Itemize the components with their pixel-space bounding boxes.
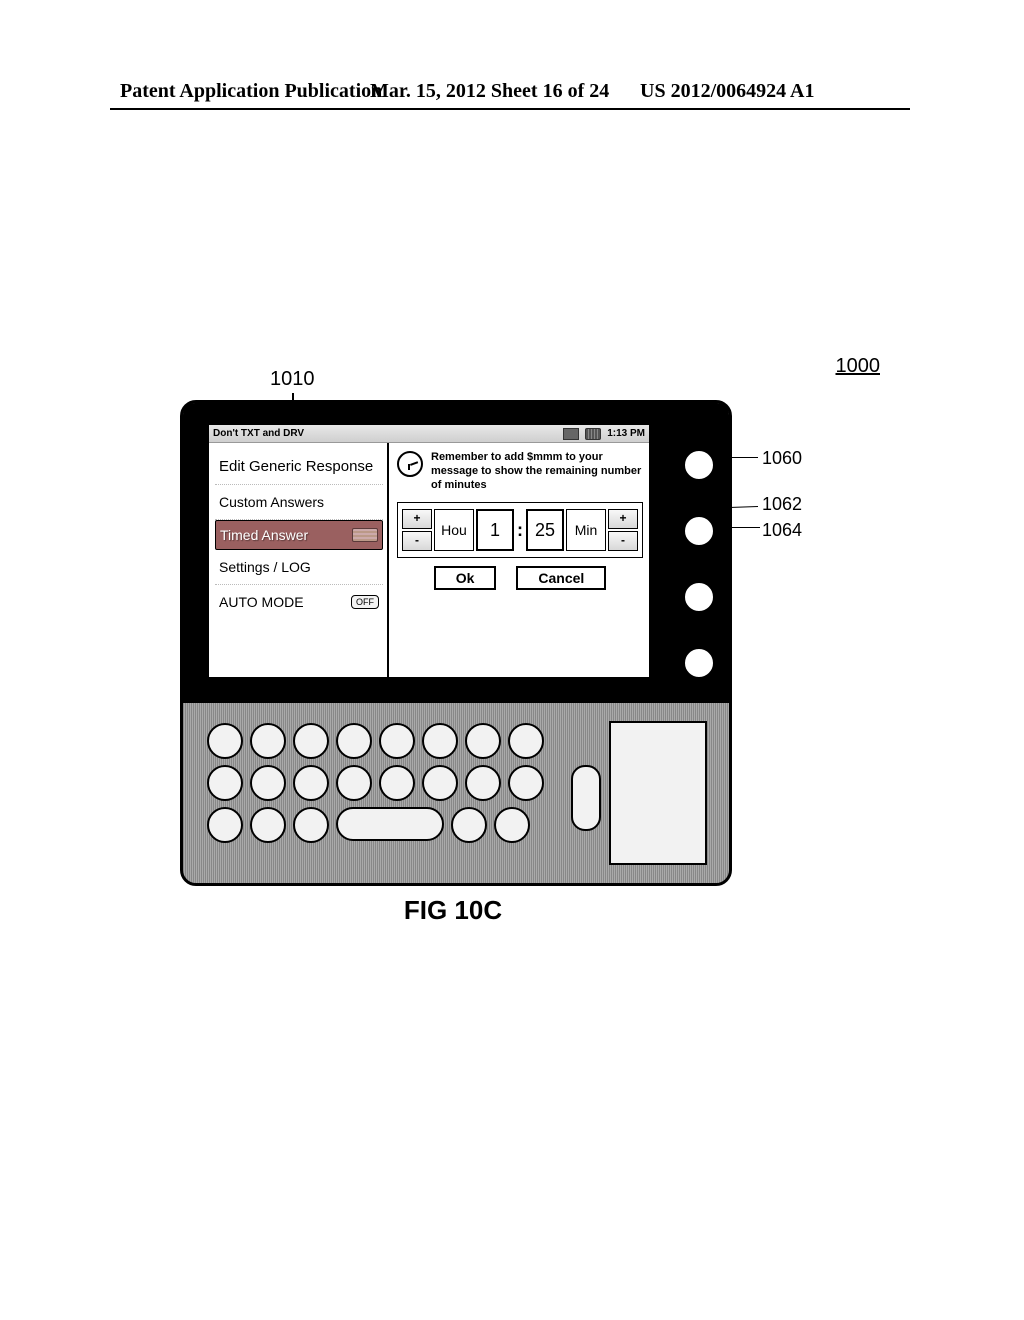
key[interactable] <box>508 723 544 759</box>
timed-answer-indicator-icon <box>352 528 378 542</box>
key[interactable] <box>336 723 372 759</box>
physical-keyboard <box>193 713 719 873</box>
menu-edit-generic-response[interactable]: Edit Generic Response <box>215 449 383 485</box>
key[interactable] <box>379 765 415 801</box>
battery-icon <box>585 428 601 440</box>
status-bar: Don't TXT and DRV 1:13 PM <box>209 425 649 443</box>
hour-spinner: + - <box>402 509 432 551</box>
dialog-buttons: Ok Cancel <box>397 566 643 590</box>
minute-spinner: + - <box>608 509 638 551</box>
figure-caption: FIG 10C <box>404 895 502 925</box>
hw-button-1[interactable] <box>683 449 715 481</box>
menu-item-label: Timed Answer <box>220 527 352 543</box>
menu-item-label: Custom Answers <box>219 494 379 510</box>
hour-plus-button[interactable]: + <box>402 509 432 529</box>
key[interactable] <box>207 765 243 801</box>
dpad-area[interactable] <box>609 721 707 865</box>
header-rule <box>110 108 910 110</box>
key[interactable] <box>422 723 458 759</box>
status-title: Don't TXT and DRV <box>213 428 304 439</box>
ref-1000: 1000 <box>836 355 881 378</box>
key[interactable] <box>422 765 458 801</box>
detail-pane: Remember to add $mmm to your message to … <box>389 443 649 677</box>
cancel-button[interactable]: Cancel <box>516 566 606 590</box>
minute-plus-button[interactable]: + <box>608 509 638 529</box>
key[interactable] <box>336 765 372 801</box>
menu-item-label: Edit Generic Response <box>219 458 379 475</box>
key[interactable] <box>508 765 544 801</box>
menu-timed-answer[interactable]: Timed Answer <box>215 520 383 550</box>
key[interactable] <box>293 723 329 759</box>
hw-button-3[interactable] <box>683 581 715 613</box>
hw-button-2[interactable] <box>683 515 715 547</box>
hint-text: Remember to add $mmm to your message to … <box>431 451 643 492</box>
device-body: Don't TXT and DRV 1:13 PM Edit Generic R… <box>180 400 732 886</box>
status-time: 1:13 PM <box>607 428 645 439</box>
menu-auto-mode[interactable]: AUTO MODE OFF <box>215 585 383 619</box>
ref-1062: 1062 <box>762 494 802 515</box>
hour-unit-label: Hou <box>434 509 474 551</box>
key[interactable] <box>465 765 501 801</box>
key[interactable] <box>465 723 501 759</box>
header-mid: Mar. 15, 2012 Sheet 16 of 24 <box>370 80 609 103</box>
clock-icon <box>397 451 423 477</box>
key[interactable] <box>250 723 286 759</box>
menu-settings-log[interactable]: Settings / LOG <box>215 550 383 585</box>
menu-pane: Edit Generic Response Custom Answers Tim… <box>209 443 389 677</box>
key[interactable] <box>207 807 243 843</box>
device-screen: Don't TXT and DRV 1:13 PM Edit Generic R… <box>209 425 649 677</box>
hw-button-4[interactable] <box>683 647 715 679</box>
header-right: US 2012/0064924 A1 <box>640 80 814 103</box>
ok-button[interactable]: Ok <box>434 566 497 590</box>
key[interactable] <box>293 765 329 801</box>
device-top-bezel: Don't TXT and DRV 1:13 PM Edit Generic R… <box>183 403 729 703</box>
ref-1064: 1064 <box>762 520 802 541</box>
key[interactable] <box>250 807 286 843</box>
ref-1010: 1010 <box>270 368 315 391</box>
menu-item-label: Settings / LOG <box>219 559 379 575</box>
header-left: Patent Application Publication <box>120 80 382 103</box>
hint-row: Remember to add $mmm to your message to … <box>397 449 643 492</box>
key[interactable] <box>494 807 530 843</box>
hour-value[interactable]: 1 <box>476 509 514 551</box>
time-colon: : <box>516 509 524 551</box>
minute-value[interactable]: 25 <box>526 509 564 551</box>
key[interactable] <box>250 765 286 801</box>
minute-unit-label: Min <box>566 509 606 551</box>
key[interactable] <box>379 723 415 759</box>
signal-icon <box>563 428 579 440</box>
spacebar-key[interactable] <box>336 807 444 841</box>
time-picker: + - Hou 1 : 25 Min + - <box>397 502 643 558</box>
enter-key[interactable] <box>571 765 601 831</box>
minute-minus-button[interactable]: - <box>608 531 638 551</box>
hour-minus-button[interactable]: - <box>402 531 432 551</box>
key[interactable] <box>207 723 243 759</box>
menu-item-label: AUTO MODE <box>219 594 351 610</box>
key[interactable] <box>451 807 487 843</box>
key[interactable] <box>293 807 329 843</box>
ref-1060: 1060 <box>762 448 802 469</box>
auto-mode-toggle[interactable]: OFF <box>351 595 379 609</box>
menu-custom-answers[interactable]: Custom Answers <box>215 485 383 520</box>
